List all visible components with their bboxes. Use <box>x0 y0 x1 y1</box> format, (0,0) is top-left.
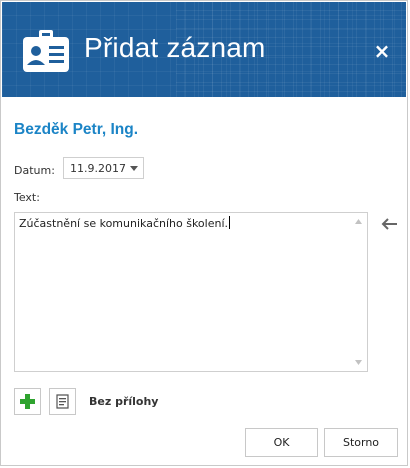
arrow-left-icon[interactable] <box>380 217 398 231</box>
text-label: Text: <box>14 191 40 204</box>
person-name: Bezděk Petr, Ing. <box>14 121 139 138</box>
dialog-title: Přidat záznam <box>84 32 266 63</box>
add-record-dialog: Přidat záznam × Bezděk Petr, Ing. Datum:… <box>0 0 408 466</box>
scroll-down-icon[interactable] <box>354 359 363 366</box>
document-icon <box>56 394 69 409</box>
attachment-list-button[interactable] <box>49 388 76 415</box>
id-card-icon <box>23 30 69 72</box>
chevron-down-icon <box>130 166 138 171</box>
text-area-value: Zúčastnění se komunikačního školení. <box>19 216 230 230</box>
dialog-header: Přidat záznam × <box>2 2 406 97</box>
scroll-up-icon[interactable] <box>354 218 363 225</box>
close-button[interactable]: × <box>370 40 394 64</box>
date-label: Datum: <box>14 164 55 177</box>
text-caret <box>229 216 230 229</box>
date-dropdown[interactable]: 11.9.2017 <box>63 157 144 179</box>
ok-button[interactable]: OK <box>245 428 318 457</box>
add-attachment-button[interactable] <box>14 388 41 415</box>
attachment-status: Bez přílohy <box>89 395 159 408</box>
plus-icon <box>20 394 35 409</box>
text-area[interactable]: Zúčastnění se komunikačního školení. <box>14 212 368 372</box>
date-value: 11.9.2017 <box>70 162 126 175</box>
cancel-button[interactable]: Storno <box>324 428 398 457</box>
text-area-scrollbar[interactable] <box>351 214 366 370</box>
